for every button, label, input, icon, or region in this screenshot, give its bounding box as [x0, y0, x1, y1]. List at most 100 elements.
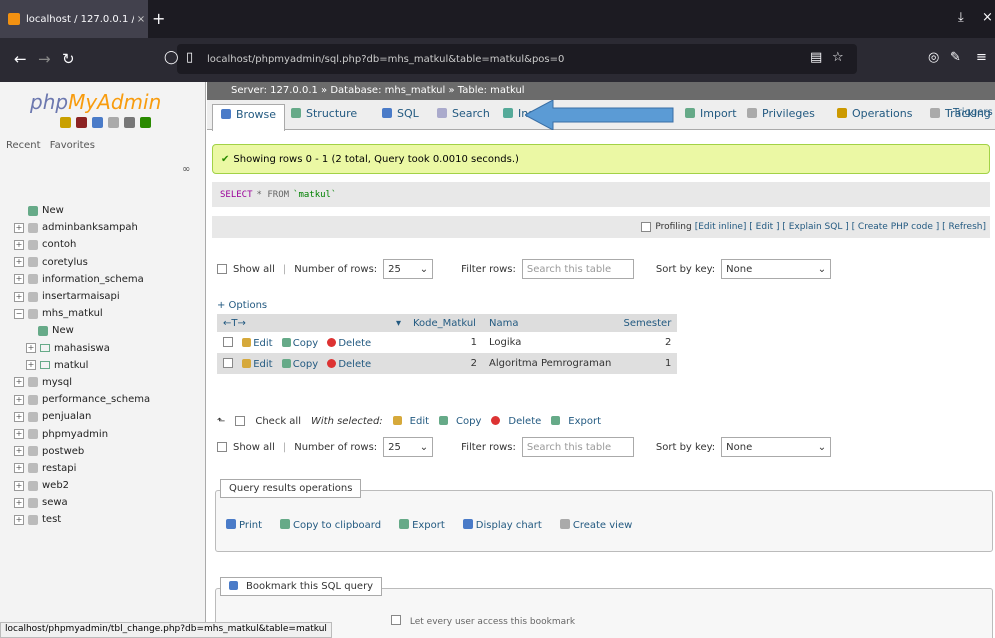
profiling-checkbox[interactable]	[641, 222, 652, 232]
expand-icon[interactable]: +	[26, 343, 36, 354]
bulk-edit-button[interactable]: Edit	[392, 415, 429, 427]
expand-icon[interactable]: +	[14, 274, 24, 285]
tab-privileges[interactable]: Privileges	[747, 107, 815, 120]
reload-nav-icon[interactable]	[140, 117, 151, 128]
create-view-button[interactable]: Create view	[559, 519, 632, 531]
edit-row-button[interactable]: Edit	[242, 358, 273, 370]
tab-browse[interactable]: Browse	[212, 104, 286, 131]
bulk-export-button[interactable]: Export	[551, 415, 601, 427]
show-all-checkbox[interactable]	[217, 264, 227, 274]
window-close-icon[interactable]: ×	[982, 10, 993, 25]
forward-icon[interactable]: →	[38, 50, 51, 68]
expand-icon[interactable]: +	[14, 480, 24, 491]
delete-row-button[interactable]: Delete	[327, 358, 371, 370]
tab-structure[interactable]: Structure	[291, 107, 357, 120]
expand-icon[interactable]: +	[26, 360, 36, 371]
expand-icon[interactable]: +	[14, 239, 24, 250]
expand-icon[interactable]: −	[14, 308, 24, 319]
shield-icon[interactable]: ◯	[164, 50, 179, 65]
cell[interactable]: 2	[617, 332, 678, 353]
column-header[interactable]: Semester	[617, 314, 678, 332]
pocket-icon[interactable]: ◎	[928, 50, 939, 65]
expand-icon[interactable]: +	[14, 497, 24, 508]
home-icon[interactable]	[60, 117, 71, 128]
filter-rows-input[interactable]: Search this table	[521, 259, 634, 279]
sidebar-item-db[interactable]: + penjualan	[0, 408, 206, 425]
copy-row-button[interactable]: Copy	[281, 337, 318, 349]
sidebar-item-db[interactable]: + information_schema	[0, 271, 206, 288]
sidebar-item-db[interactable]: + performance_schema	[0, 391, 206, 408]
column-arrows-header[interactable]: ←T→ ▾	[217, 314, 407, 332]
menu-icon[interactable]: ≡	[976, 50, 987, 65]
cell[interactable]: Algoritma Pemrograman	[483, 353, 618, 374]
copy-clipboard-button[interactable]: Copy to clipboard	[280, 519, 381, 531]
sidebar-item-db[interactable]: + postweb	[0, 443, 206, 460]
bookmark-share-checkbox[interactable]	[391, 615, 401, 625]
url-bar[interactable]: localhost/phpmyadmin/sql.php?db=mhs_matk…	[177, 44, 857, 74]
help-icon[interactable]	[92, 117, 103, 128]
sidebar-item-db[interactable]: + insertarmaisapi	[0, 288, 206, 305]
row-checkbox[interactable]	[223, 336, 233, 347]
tab-operations[interactable]: Operations	[837, 107, 912, 120]
cell[interactable]: 1	[617, 353, 678, 374]
expand-icon[interactable]: +	[14, 429, 24, 440]
row-checkbox[interactable]	[223, 357, 233, 368]
logout-icon[interactable]	[76, 117, 87, 128]
expand-icon[interactable]: +	[14, 394, 24, 405]
sidebar-item-db[interactable]: + coretylus	[0, 254, 206, 271]
print-button[interactable]: Print	[226, 519, 262, 531]
cell[interactable]: 1	[407, 332, 483, 353]
query-links[interactable]: [Edit inline] [ Edit ] [ Explain SQL ] […	[695, 222, 986, 232]
close-tab-icon[interactable]: ×	[134, 14, 148, 25]
sidebar-item-db[interactable]: +New	[0, 202, 206, 219]
sidebar-item-db[interactable]: + mysql	[0, 374, 206, 391]
sidebar-item-db[interactable]: + restapi	[0, 460, 206, 477]
sidebar-item-db[interactable]: + web2	[0, 477, 206, 494]
sidebar-item-db[interactable]: + sewa	[0, 494, 206, 511]
number-of-rows-select[interactable]: 25 ⌄	[383, 259, 434, 279]
new-tab-icon[interactable]: +	[152, 9, 165, 28]
browser-tab[interactable]: localhost / 127.0.0.1 / mhs_matk ×	[0, 0, 148, 38]
page-icon[interactable]: ▯	[186, 50, 193, 65]
export-button[interactable]: Export	[399, 519, 445, 531]
sidebar-item-db[interactable]: + matkul	[0, 357, 206, 374]
expand-icon[interactable]: +	[14, 446, 24, 457]
cell[interactable]: 2	[407, 353, 483, 374]
sidebar-item-db[interactable]: + mahasiswa	[0, 340, 206, 357]
display-chart-button[interactable]: Display chart	[462, 519, 542, 531]
expand-icon[interactable]: +	[14, 222, 24, 233]
cell[interactable]: Logika	[483, 332, 618, 353]
expand-icon[interactable]: +	[14, 411, 24, 422]
bulk-delete-button[interactable]: Delete	[491, 415, 541, 427]
edit-row-button[interactable]: Edit	[242, 337, 273, 349]
delete-row-button[interactable]: Delete	[327, 337, 371, 349]
sidebar-item-db[interactable]: New	[0, 322, 206, 339]
sidebar-item-db[interactable]: − mhs_matkul	[0, 305, 206, 322]
recent-tab[interactable]: Recent	[6, 140, 41, 151]
favorites-tab[interactable]: Favorites	[50, 140, 95, 151]
sidebar-item-db[interactable]: + adminbanksampah	[0, 219, 206, 236]
bookmark-star-icon[interactable]: ☆	[832, 50, 844, 65]
expand-icon[interactable]: +	[14, 514, 24, 525]
column-header[interactable]: Nama	[483, 314, 618, 332]
back-icon[interactable]: ←	[14, 50, 27, 68]
reader-view-icon[interactable]: ▤	[810, 50, 822, 65]
tab-import[interactable]: Import	[685, 107, 737, 120]
check-all-checkbox[interactable]	[235, 416, 246, 426]
expand-icon[interactable]: +	[14, 463, 24, 474]
expand-icon[interactable]: +	[14, 377, 24, 388]
copy-row-button[interactable]: Copy	[281, 358, 318, 370]
extensions-icon[interactable]: ✎	[950, 50, 961, 65]
docs-icon[interactable]	[108, 117, 119, 128]
tab-triggers-visible[interactable]: Triggers	[953, 107, 993, 118]
reload-icon[interactable]: ↻	[62, 50, 75, 68]
sidebar-item-db[interactable]: + contoh	[0, 236, 206, 253]
phpmyadmin-logo[interactable]: phpMyAdmin	[30, 90, 161, 114]
expand-icon[interactable]: +	[14, 291, 24, 302]
filter-rows-input[interactable]: Search this table	[521, 437, 634, 457]
settings-icon[interactable]	[124, 117, 135, 128]
window-menu-icon[interactable]: ⤓	[958, 10, 964, 25]
bulk-copy-button[interactable]: Copy	[439, 415, 481, 427]
sort-by-key-select[interactable]: None ⌄	[721, 259, 832, 279]
options-toggle[interactable]: + Options	[217, 300, 267, 311]
